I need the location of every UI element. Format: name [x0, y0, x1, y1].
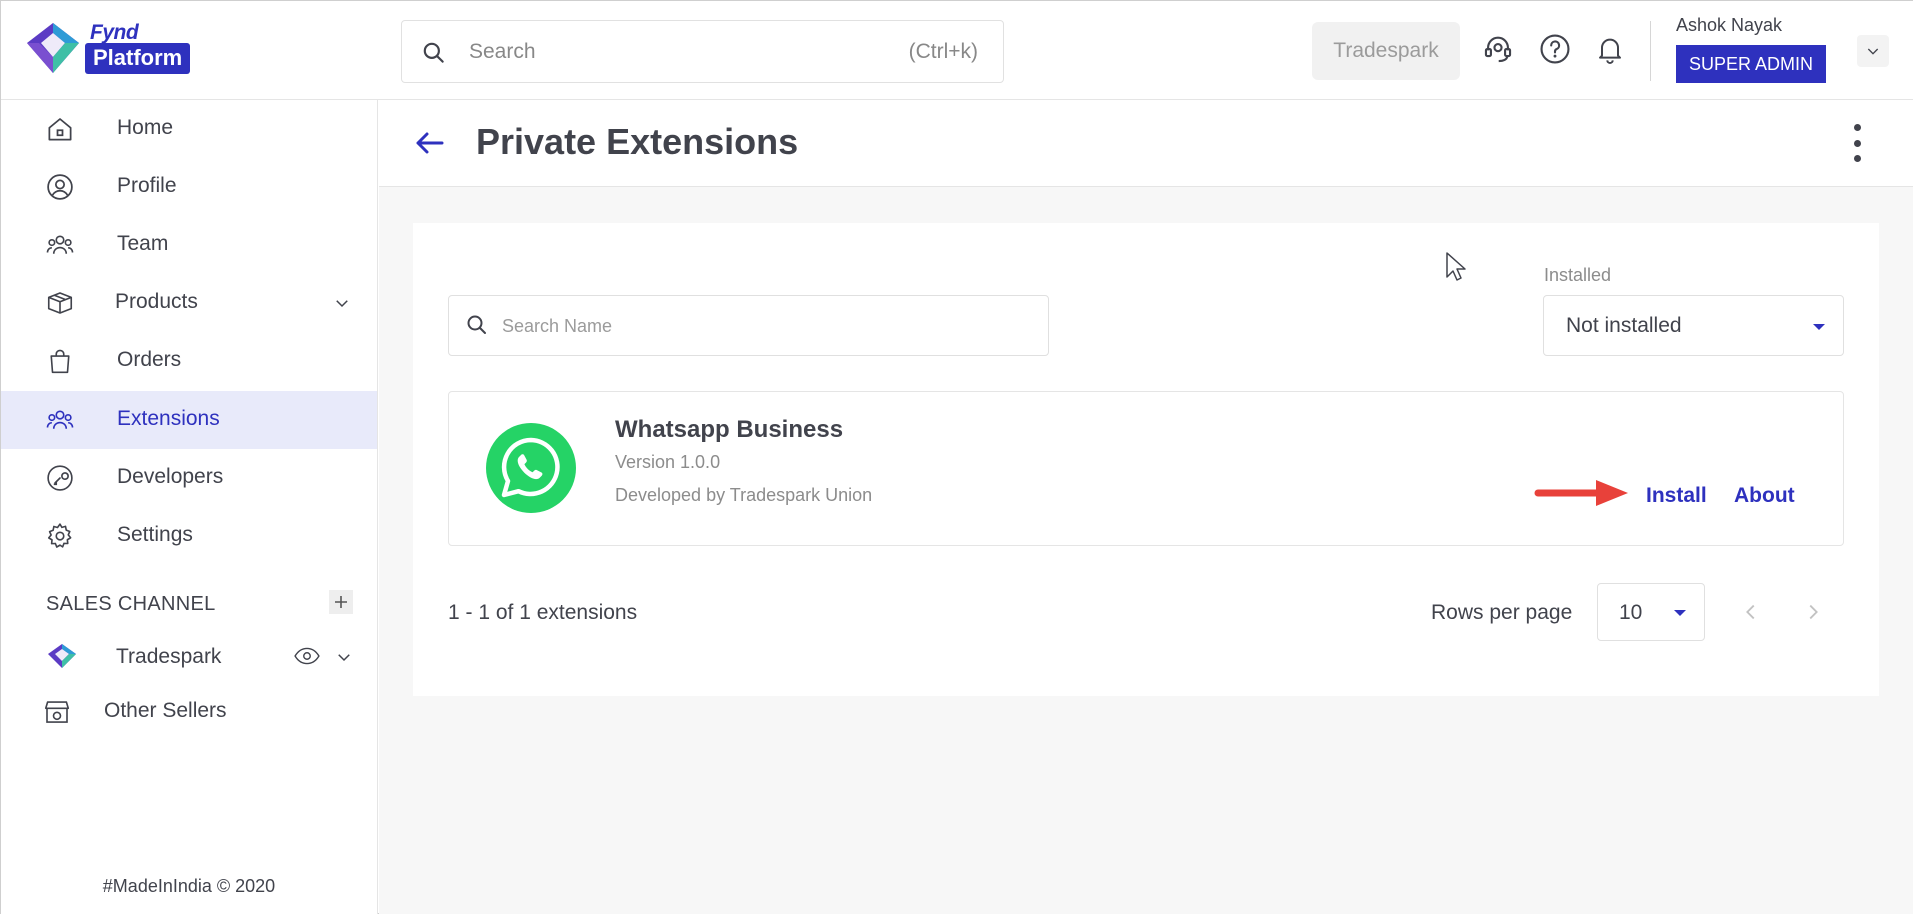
- search-placeholder: Search: [469, 40, 536, 63]
- sidebar-item-developers[interactable]: Developers: [1, 449, 377, 507]
- sidebar-item-label: Developers: [117, 465, 224, 488]
- sidebar-item-other-sellers[interactable]: Other Sellers: [1, 682, 377, 738]
- installed-filter-dropdown[interactable]: Not installed: [1543, 295, 1844, 356]
- fynd-logo-icon: [27, 23, 79, 73]
- sidebar-item-label: Profile: [117, 174, 177, 197]
- user-circle-icon: [47, 174, 73, 200]
- logo-fynd-text: Fynd: [90, 21, 139, 44]
- team-icon: [46, 235, 74, 254]
- chevron-left-icon[interactable]: [1740, 601, 1762, 623]
- other-sellers-label: Other Sellers: [104, 699, 227, 722]
- fynd-platform-logo[interactable]: Fynd Platform: [25, 21, 225, 77]
- annotation-arrow-icon: [1534, 480, 1628, 506]
- extension-version: Version 1.0.0: [615, 452, 721, 472]
- chevron-down-icon[interactable]: [335, 648, 353, 666]
- sidebar-footer: #MadeInIndia © 2020: [102, 876, 276, 896]
- sidebar-item-orders[interactable]: Orders: [1, 332, 377, 390]
- user-name: Ashok Nayak: [1676, 15, 1783, 35]
- search-icon: [423, 42, 444, 63]
- whatsapp-logo-icon: [486, 423, 576, 513]
- sales-channel-heading: SALES CHANNEL: [46, 593, 216, 615]
- tradespark-logo-icon: [48, 644, 76, 668]
- about-button[interactable]: About: [1734, 484, 1795, 508]
- rows-per-page-label: Rows per page: [1431, 601, 1573, 624]
- page-header: Private Extensions: [379, 100, 1913, 187]
- sidebar-item-label: Settings: [117, 523, 193, 546]
- global-search[interactable]: Search (Ctrl+k): [401, 20, 1004, 83]
- sidebar-item-home[interactable]: Home: [1, 100, 377, 158]
- topbar-divider: [1650, 21, 1651, 81]
- plus-icon: [335, 596, 347, 608]
- box-icon: [47, 292, 73, 314]
- question-circle-icon[interactable]: [1537, 31, 1573, 67]
- logo-platform-text: Platform: [85, 43, 191, 74]
- sidebar-item-label: Orders: [117, 348, 182, 371]
- rows-per-page-value: 10: [1619, 601, 1643, 624]
- sidebar-item-label: Home: [117, 116, 174, 139]
- role-badge: SUPER ADMIN: [1676, 45, 1826, 83]
- sidebar-item-team[interactable]: Team: [1, 216, 377, 274]
- sidebar-item-extensions[interactable]: Extensions: [1, 391, 377, 449]
- extension-developer: Developed by Tradespark Union: [615, 485, 873, 505]
- store-icon: [44, 701, 70, 723]
- search-shortcut: (Ctrl+k): [908, 40, 978, 63]
- page-title: Private Extensions: [476, 121, 799, 162]
- sidebar-item-settings[interactable]: Settings: [1, 507, 377, 565]
- back-arrow-icon[interactable]: [412, 125, 448, 161]
- search-name-placeholder: Search Name: [502, 316, 613, 336]
- add-sales-channel-button[interactable]: [329, 590, 353, 614]
- extension-name: Whatsapp Business: [615, 416, 844, 443]
- bell-icon[interactable]: [1592, 31, 1628, 67]
- shopping-bag-icon: [50, 349, 70, 374]
- gear-icon: [47, 523, 72, 548]
- eye-icon[interactable]: [294, 646, 320, 666]
- home-icon: [48, 118, 72, 141]
- user-menu-chevron-icon[interactable]: [1857, 35, 1889, 67]
- developers-icon: [47, 465, 73, 491]
- sidebar: Home Profile Team Products Orders Extens…: [1, 100, 378, 914]
- headset-icon[interactable]: [1480, 31, 1516, 67]
- install-button[interactable]: Install: [1646, 484, 1707, 508]
- more-options-icon[interactable]: [1847, 124, 1867, 162]
- caret-down-icon: [1813, 324, 1825, 330]
- search-name-input[interactable]: Search Name: [448, 295, 1049, 356]
- installed-filter-label: Installed: [1544, 265, 1612, 285]
- chevron-right-icon[interactable]: [1802, 601, 1824, 623]
- caret-down-icon: [1674, 610, 1686, 616]
- sidebar-item-products[interactable]: Products: [1, 274, 377, 332]
- top-bar: Fynd Platform Search (Ctrl+k) Tradespark: [1, 1, 1913, 100]
- mouse-cursor-icon: [1446, 252, 1466, 281]
- main-content: Private Extensions Installed Search Name…: [379, 100, 1913, 914]
- sidebar-item-label: Team: [117, 232, 169, 255]
- sales-channel-label: Tradespark: [116, 645, 222, 668]
- search-icon: [467, 315, 486, 334]
- extension-item: Whatsapp Business Version 1.0.0 Develope…: [448, 391, 1844, 546]
- sales-channel-tradespark[interactable]: Tradespark: [1, 628, 377, 684]
- company-switcher-button[interactable]: Tradespark: [1312, 22, 1460, 80]
- sidebar-item-label: Products: [115, 290, 198, 313]
- extensions-card: Installed Search Name Not installed What…: [413, 223, 1879, 696]
- extensions-icon: [46, 410, 74, 429]
- chevron-down-icon[interactable]: [333, 294, 351, 312]
- rows-per-page-select[interactable]: 10: [1597, 583, 1705, 641]
- sidebar-item-profile[interactable]: Profile: [1, 158, 377, 216]
- sidebar-item-label: Extensions: [117, 407, 220, 430]
- pagination-count: 1 - 1 of 1 extensions: [448, 601, 638, 624]
- installed-filter-value: Not installed: [1566, 314, 1682, 337]
